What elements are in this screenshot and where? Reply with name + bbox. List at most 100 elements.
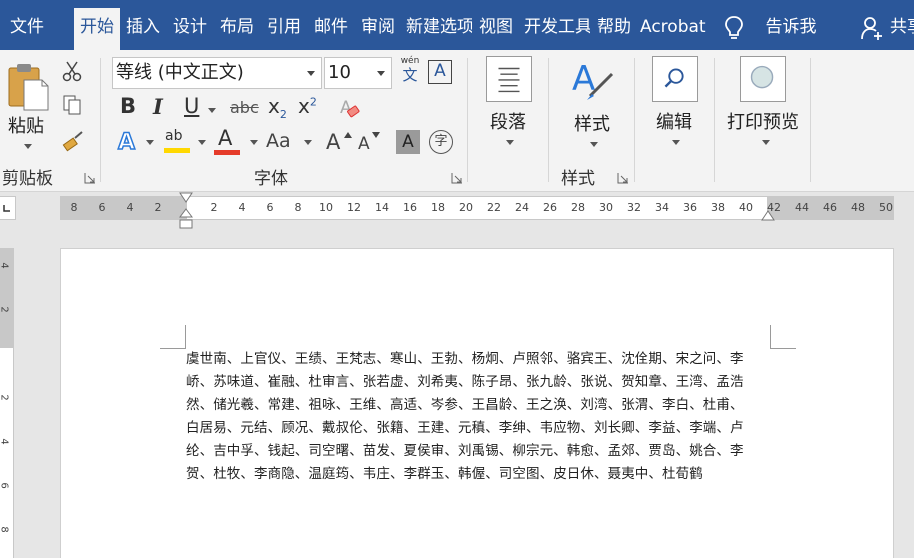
vruler-tick-label: 6 xyxy=(0,482,10,488)
grow-font-button[interactable]: A xyxy=(326,130,352,154)
tab-acrobat[interactable]: Acrobat xyxy=(640,8,706,50)
caret-down-icon xyxy=(372,132,380,138)
editing-dropdown-arrow[interactable] xyxy=(672,140,680,145)
ruler-tick-label: 34 xyxy=(655,201,669,214)
group-divider xyxy=(100,58,101,182)
clear-formatting-icon[interactable]: A xyxy=(338,96,362,120)
ruler-tick-label: 28 xyxy=(571,201,585,214)
font-color-dropdown-arrow[interactable] xyxy=(250,140,258,145)
ruler-tick-label: 16 xyxy=(403,201,417,214)
font-launcher-icon[interactable] xyxy=(451,172,463,184)
italic-button[interactable]: I xyxy=(153,94,163,119)
ruler-tick-label: 46 xyxy=(823,201,837,214)
paste-dropdown-arrow[interactable] xyxy=(24,144,32,149)
print-preview-button[interactable] xyxy=(740,56,786,102)
chevron-down-icon[interactable] xyxy=(307,71,315,76)
print-preview-label[interactable]: 打印预览 xyxy=(727,108,799,134)
tab-insert[interactable]: 插入 xyxy=(122,8,164,50)
vruler-tick-label: 4 xyxy=(0,262,10,268)
hanging-indent-marker[interactable] xyxy=(179,208,193,230)
tab-references[interactable]: 引用 xyxy=(263,8,305,50)
underline-button[interactable]: U xyxy=(184,94,199,118)
ruler-tick-label: 2 xyxy=(154,201,162,214)
tab-selector-button[interactable] xyxy=(0,196,16,220)
paragraph-button[interactable] xyxy=(486,56,532,102)
paste-icon[interactable] xyxy=(6,60,50,112)
bold-button[interactable]: B xyxy=(120,94,136,118)
share-person-icon[interactable] xyxy=(860,14,884,42)
text-effects-dropdown-arrow[interactable] xyxy=(146,140,154,145)
ruler-tick-label: 6 xyxy=(266,201,274,214)
phonetic-guide-bottom: 文 xyxy=(402,66,418,84)
page-corner-mark xyxy=(770,325,796,349)
tab-developer[interactable]: 开发工具 xyxy=(522,8,590,50)
lightbulb-icon[interactable] xyxy=(722,14,746,42)
ruler-tick-label: 32 xyxy=(627,201,641,214)
styles-icon[interactable]: A xyxy=(568,56,616,104)
subscript-button[interactable]: x2 xyxy=(268,94,287,121)
tab-new-tab[interactable]: 新建选项 xyxy=(404,8,472,50)
tab-view[interactable]: 视图 xyxy=(475,8,517,50)
clipboard-group-label: 剪贴板 xyxy=(2,169,53,189)
char-shading-button[interactable]: A xyxy=(396,130,420,154)
tab-review[interactable]: 审阅 xyxy=(357,8,399,50)
subscript-x: x xyxy=(268,94,280,118)
cut-icon[interactable] xyxy=(62,60,82,82)
copy-icon[interactable] xyxy=(62,94,82,116)
print-preview-dropdown-arrow[interactable] xyxy=(762,140,770,145)
styles-label[interactable]: 样式 xyxy=(574,110,610,136)
chevron-down-icon[interactable] xyxy=(377,71,385,76)
grow-font-glyph: A xyxy=(326,130,341,154)
editing-button[interactable] xyxy=(652,56,698,102)
font-color-button[interactable]: A xyxy=(214,126,242,156)
vruler-tick-label: 8 xyxy=(0,526,10,532)
enclose-char-button[interactable]: 字 xyxy=(429,130,453,154)
font-name-combobox[interactable]: 等线 (中文正文) xyxy=(112,57,322,89)
paste-label[interactable]: 粘贴 xyxy=(8,112,44,138)
strikethrough-button[interactable]: abc xyxy=(230,98,259,117)
paragraph-dropdown-arrow[interactable] xyxy=(506,140,514,145)
vruler-tick-label: 4 xyxy=(0,438,10,444)
ruler-tick-label: 44 xyxy=(795,201,809,214)
clipboard-launcher-icon[interactable] xyxy=(84,172,96,184)
char-border-button[interactable]: A xyxy=(428,60,452,84)
styles-launcher-icon[interactable] xyxy=(617,172,629,184)
tell-me-search[interactable]: 告诉我 xyxy=(760,8,822,50)
text-effects-button[interactable]: A xyxy=(117,129,136,156)
tab-layout[interactable]: 布局 xyxy=(216,8,258,50)
tab-home[interactable]: 开始 xyxy=(74,8,120,50)
paragraph-line: 白居易、元结、顾况、戴叔伦、张籍、王建、元稹、李绅、韦应物、刘长卿、李益、李端、… xyxy=(186,420,744,436)
styles-dropdown-arrow[interactable] xyxy=(590,142,598,147)
underline-dropdown-arrow[interactable] xyxy=(208,108,216,113)
font-size-combobox[interactable]: 10 xyxy=(324,57,392,89)
ruler-tick-label: 14 xyxy=(375,201,389,214)
paragraph-lines-icon xyxy=(498,67,520,93)
ribbon-tab-bar: 文件 开始 插入 设计 布局 引用 邮件 审阅 新建选项 视图 开发工具 帮助 … xyxy=(0,0,914,50)
tab-file[interactable]: 文件 xyxy=(0,8,54,50)
phonetic-guide-top: wén xyxy=(400,56,420,66)
ruler-tick-label: 20 xyxy=(459,201,473,214)
highlight-dropdown-arrow[interactable] xyxy=(198,140,206,145)
styles-group-label: 样式 xyxy=(561,169,595,189)
highlight-button[interactable]: ab xyxy=(164,128,192,156)
format-painter-icon[interactable] xyxy=(62,130,84,152)
first-line-indent-marker[interactable] xyxy=(179,192,193,204)
group-divider xyxy=(714,58,715,182)
vertical-ruler[interactable]: 4 2 2 4 6 8 xyxy=(0,248,14,558)
phonetic-guide-button[interactable]: wén 文 xyxy=(398,56,422,86)
ruler-tick-label: 36 xyxy=(683,201,697,214)
tab-help[interactable]: 帮助 xyxy=(593,8,635,50)
tab-mailings[interactable]: 邮件 xyxy=(310,8,352,50)
change-case-dropdown-arrow[interactable] xyxy=(304,140,312,145)
shrink-font-button[interactable]: A xyxy=(358,132,380,154)
page-corner-mark xyxy=(160,325,186,349)
change-case-button[interactable]: Aa xyxy=(266,130,291,152)
ruler-tick-label: 12 xyxy=(347,201,361,214)
right-indent-marker[interactable] xyxy=(761,210,775,222)
editing-label[interactable]: 编辑 xyxy=(656,108,692,134)
paragraph-label[interactable]: 段落 xyxy=(490,108,526,134)
document-body-text[interactable]: 虞世南、上官仪、王绩、王梵志、寒山、王勃、杨炯、卢照邻、骆宾王、沈佺期、宋之问、… xyxy=(186,348,764,486)
tab-design[interactable]: 设计 xyxy=(169,8,211,50)
share-button[interactable]: 共享 xyxy=(890,8,914,50)
superscript-button[interactable]: x2 xyxy=(298,94,317,118)
